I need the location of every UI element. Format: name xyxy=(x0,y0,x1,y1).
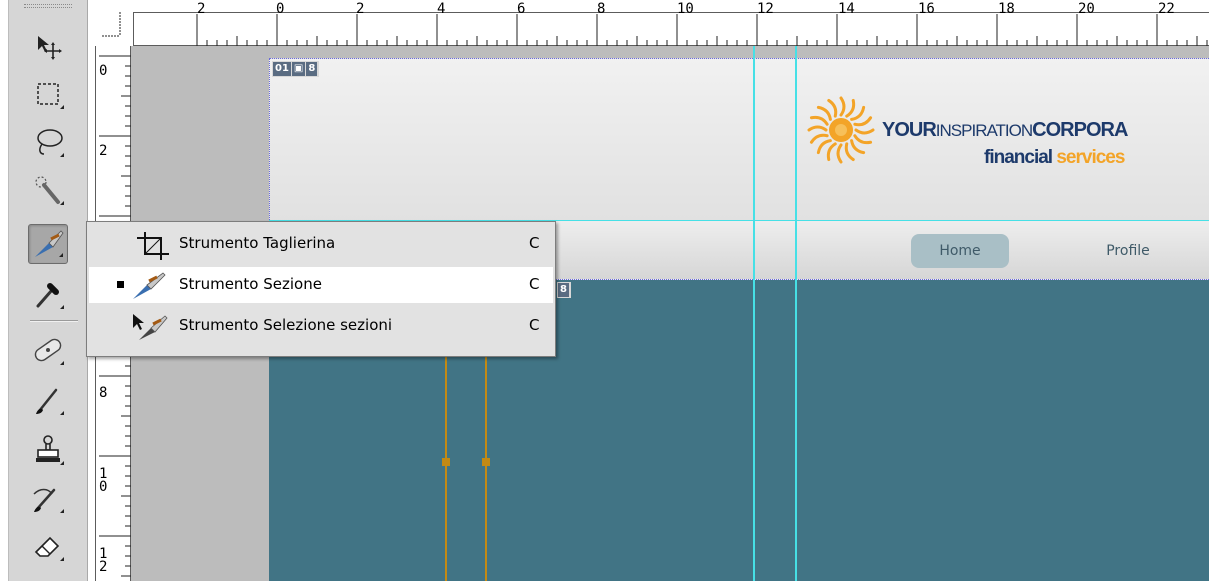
ruler-label: 16 xyxy=(918,1,935,17)
sun-ray xyxy=(807,125,828,132)
sun-ray xyxy=(826,142,837,162)
ruler-label: 14 xyxy=(838,1,855,17)
menu-item-shortcut: C xyxy=(529,234,540,252)
eyedropper-tool-button[interactable] xyxy=(22,274,72,316)
slice-icon xyxy=(133,272,166,299)
ruler-origin-corner[interactable] xyxy=(100,12,134,46)
ruler-label: 10 xyxy=(677,1,694,17)
eyedropper-icon xyxy=(36,283,64,309)
slice-badge-top[interactable]: 01 ▣ 8 xyxy=(272,61,320,77)
ruler-label: 2 xyxy=(197,1,206,17)
image-slice-icon: ▣ xyxy=(292,62,307,76)
ruler-label: 1 2 xyxy=(99,546,108,575)
quick-selection-icon xyxy=(35,176,64,205)
slice-tool-button[interactable] xyxy=(28,224,68,264)
slice-badge-body[interactable]: 8 xyxy=(557,282,571,298)
brush-icon xyxy=(36,388,64,415)
ruler-label: 6 xyxy=(517,1,526,17)
slice-knife-icon xyxy=(35,230,64,257)
lasso-tool-button[interactable] xyxy=(22,124,72,166)
nav-home-button[interactable]: Home xyxy=(911,234,1009,268)
slice-tool-flyout-menu: Strumento Taglierina C Strumento Sezione… xyxy=(86,221,556,357)
slice-select-icon xyxy=(133,314,168,340)
guide-line[interactable] xyxy=(753,46,755,581)
clone-stamp-tool-button[interactable] xyxy=(22,430,72,472)
ruler-label: 4 xyxy=(437,1,446,17)
bandage-icon xyxy=(34,338,64,365)
slice-handle[interactable] xyxy=(482,458,490,466)
menu-item-label: Strumento Sezione xyxy=(179,275,322,293)
horizontal-ruler[interactable] xyxy=(100,12,1209,46)
crop-icon xyxy=(137,232,169,260)
ruler-label: 20 xyxy=(1078,1,1095,17)
logo-word-inspiration: INSPIRATION xyxy=(935,121,1033,140)
logo-word-corpora: CORPORA xyxy=(1032,119,1128,141)
quick-selection-tool-button[interactable] xyxy=(22,170,72,212)
selected-bullet-icon xyxy=(117,281,124,288)
ruler-label: 0 xyxy=(276,1,285,17)
menu-item-label: Strumento Selezione sezioni xyxy=(179,316,393,334)
ruler-label: 18 xyxy=(998,1,1015,17)
sun-ray xyxy=(854,128,875,135)
sun-logo-icon xyxy=(807,96,875,164)
tools-panel xyxy=(0,0,100,581)
ruler-label: 1 0 xyxy=(99,466,108,495)
menu-item-shortcut: C xyxy=(529,316,540,334)
ruler-label: 2 xyxy=(99,143,108,159)
menu-item-slice-tool[interactable]: Strumento Sezione C xyxy=(89,267,553,303)
logo-tagline: financial services xyxy=(984,147,1125,169)
ruler-label: 8 xyxy=(597,1,606,17)
sun-ray xyxy=(809,115,829,126)
logo-word-your: YOUR xyxy=(882,119,937,141)
sun-ray xyxy=(836,143,843,164)
history-brush-icon xyxy=(33,488,64,513)
menu-item-label: Strumento Taglierina xyxy=(179,234,336,252)
healing-brush-tool-button[interactable] xyxy=(22,330,72,372)
history-brush-tool-button[interactable] xyxy=(22,478,72,520)
logo-company-name: YOURINSPIRATIONCORPORA xyxy=(882,119,1128,142)
menu-item-slice-select-tool[interactable]: Strumento Selezione sezioni C xyxy=(89,308,553,344)
stamp-icon xyxy=(36,435,64,465)
company-logo: YOURINSPIRATIONCORPORA financial service… xyxy=(802,89,1209,179)
sun-ray xyxy=(853,134,873,145)
move-icon xyxy=(38,36,62,60)
menu-item-shortcut: C xyxy=(529,275,540,293)
ruler-origin-icon xyxy=(102,12,121,37)
logo-word-financial: financial xyxy=(984,147,1053,168)
eraser-tool-button[interactable] xyxy=(22,526,72,568)
ruler-label: 12 xyxy=(757,1,774,17)
brush-tool-button[interactable] xyxy=(22,380,72,422)
link-slice-icon: 8 xyxy=(306,62,319,76)
ruler-label: 2 xyxy=(356,1,365,17)
slice-number: 01 xyxy=(273,62,292,76)
tool-separator xyxy=(30,320,78,322)
sun-ray xyxy=(845,98,856,118)
link-slice-icon: 8 xyxy=(558,283,570,297)
page-header-area: 01 ▣ 8 YOURINSPIRATIONCORPORA financial … xyxy=(269,58,1209,220)
lasso-icon xyxy=(37,129,64,157)
logo-word-services: services xyxy=(1056,147,1125,168)
menu-item-crop-tool[interactable]: Strumento Taglierina C xyxy=(89,226,553,262)
horizontal-ruler-ticks xyxy=(196,14,1208,46)
slice-handle[interactable] xyxy=(442,458,450,466)
guide-line[interactable] xyxy=(795,46,797,581)
marquee-icon xyxy=(37,83,64,109)
marquee-tool-button[interactable] xyxy=(22,76,72,118)
eraser-icon xyxy=(34,536,64,561)
move-tool-button[interactable] xyxy=(22,24,72,66)
ruler-label: 8 xyxy=(99,385,108,401)
sun-ray xyxy=(839,96,846,117)
panel-grip[interactable] xyxy=(24,4,72,8)
nav-profile-link[interactable]: Profile xyxy=(1083,234,1173,268)
ruler-label: 22 xyxy=(1158,1,1175,17)
ruler-label: 0 xyxy=(99,63,108,79)
